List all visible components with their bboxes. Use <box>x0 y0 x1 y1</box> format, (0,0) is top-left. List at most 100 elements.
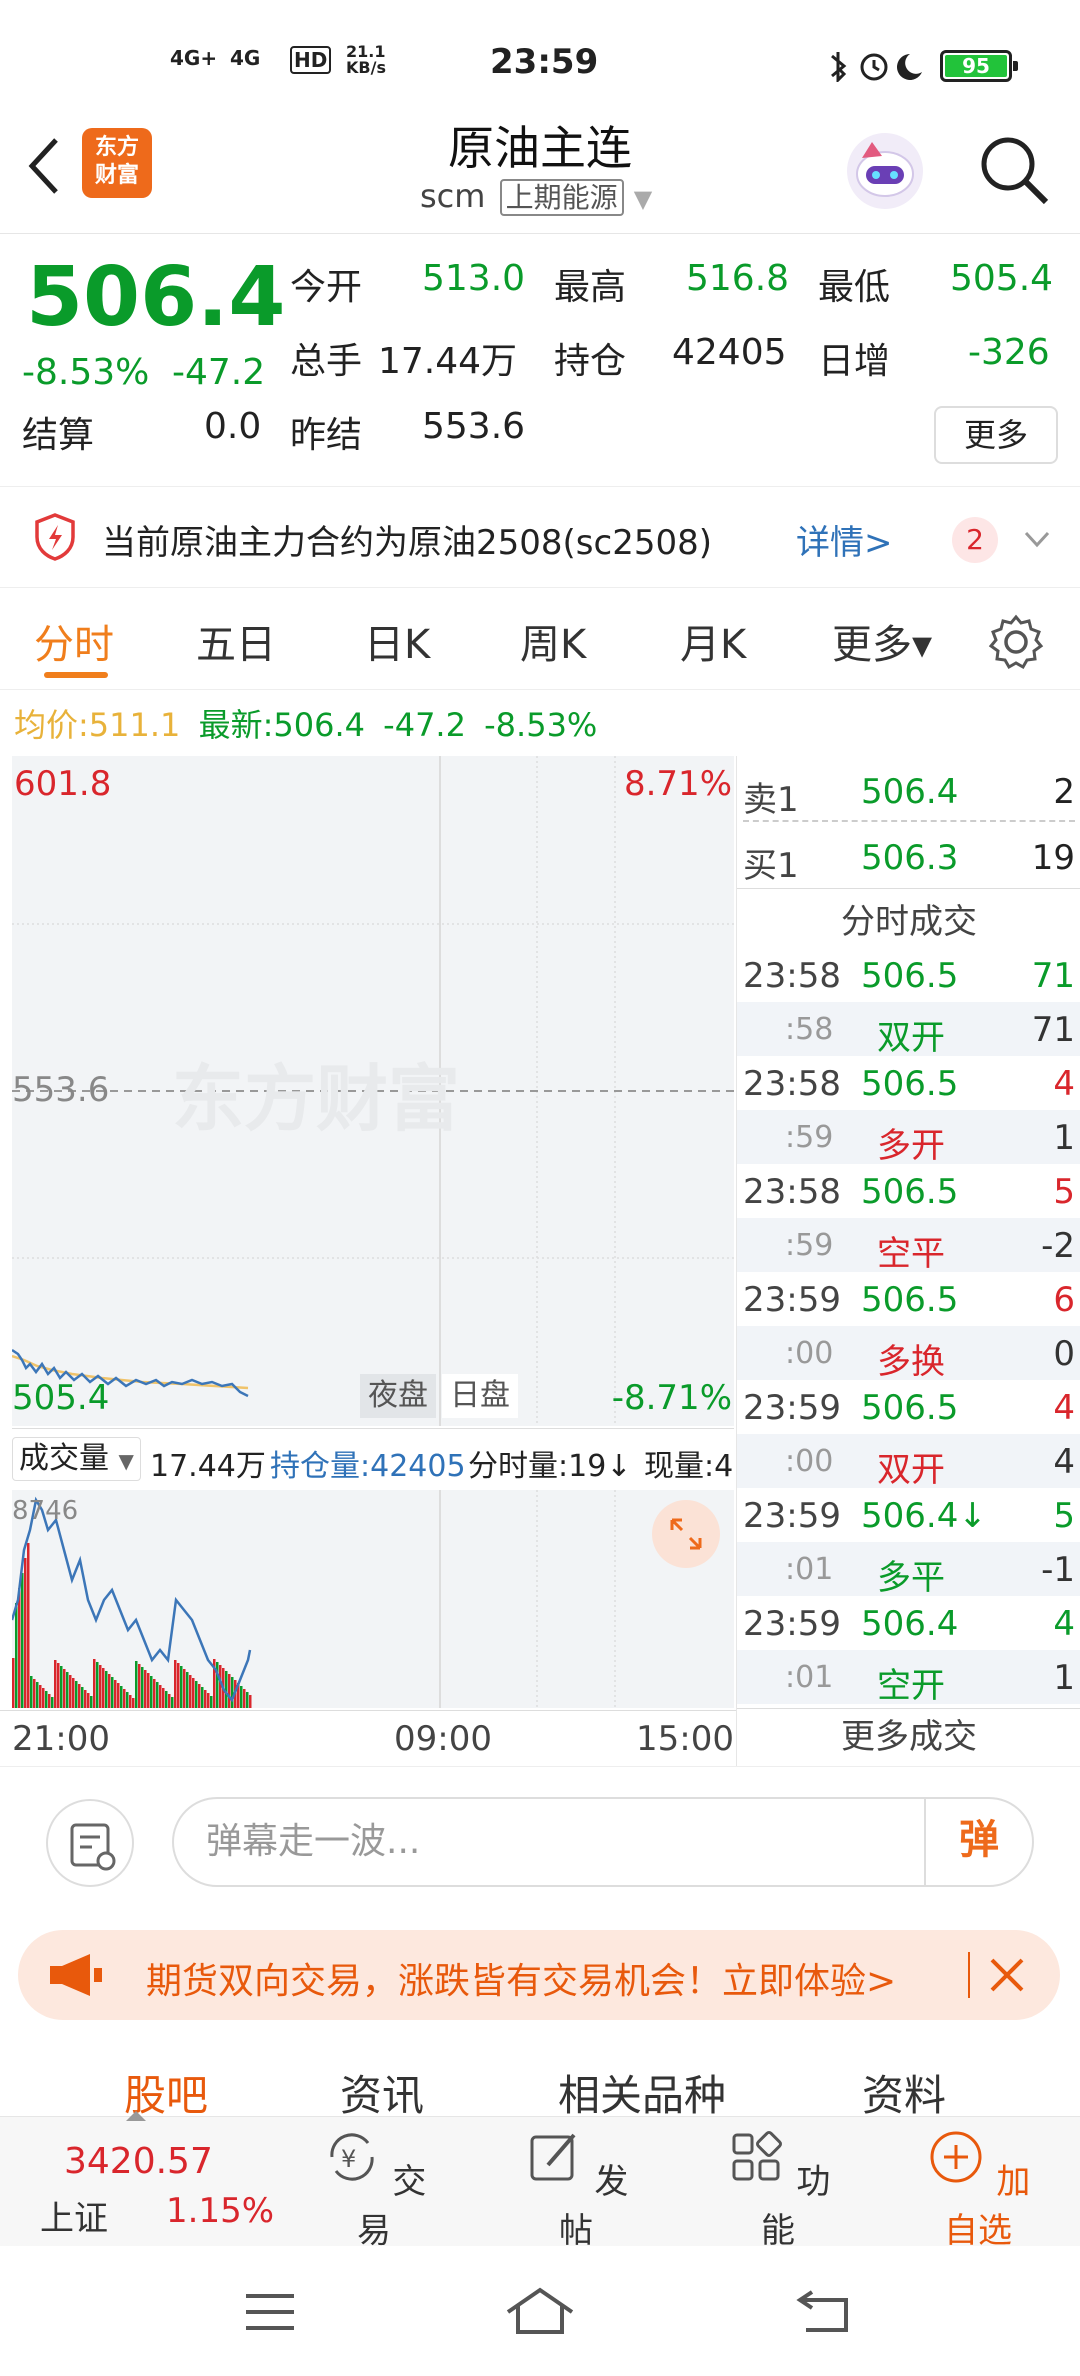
tab-related[interactable]: 相关品种 <box>558 2062 726 2123</box>
volume-bar <box>120 1686 123 1708</box>
contract-subtitle[interactable]: scm 上期能源 ▼ <box>420 176 652 216</box>
trade-qty: 1 <box>1053 1658 1075 1698</box>
volume-selector[interactable]: 成交量 ▼ <box>12 1437 141 1481</box>
index-pct[interactable]: 1.15% <box>166 2191 274 2231</box>
ask-1-price: 506.4 <box>861 772 959 812</box>
network-4g-plus: 4G+ <box>170 46 218 70</box>
trade-price: 506.5 <box>861 1280 959 1320</box>
nav-functions[interactable]: 功能 <box>718 2127 838 2252</box>
tab-intraday[interactable]: 分时 <box>34 612 114 670</box>
search-icon[interactable] <box>976 132 1052 208</box>
volume-total: 17.44万 <box>150 1449 266 1484</box>
danmaku-settings-button[interactable] <box>46 1799 134 1887</box>
nav-trade[interactable]: ¥ 交易 <box>314 2127 434 2252</box>
battery-level: 95 <box>945 55 1007 77</box>
volume-value: 17.44万 <box>378 341 518 382</box>
close-icon[interactable] <box>986 1954 1028 1996</box>
more-quote-button[interactable]: 更多 <box>934 406 1058 464</box>
oi-change-value: -326 <box>968 332 1050 373</box>
price-chart-canvas: 东方财富 <box>12 756 734 1426</box>
axis-bottom-pct: -8.71% <box>611 1378 732 1418</box>
tab-info[interactable]: 资料 <box>862 2062 946 2123</box>
volume-bar <box>198 1684 201 1708</box>
volume-bar <box>48 1694 51 1708</box>
hd-icon: HD <box>290 46 332 74</box>
volume-bar <box>42 1688 45 1708</box>
axis-bottom-price: 505.4 <box>12 1378 110 1418</box>
trade-row: :58 双开 71 <box>737 1002 1080 1058</box>
functions-grid-icon <box>732 2131 782 2181</box>
low-value: 505.4 <box>950 258 1054 299</box>
volume-bar <box>123 1689 126 1708</box>
danmaku-input[interactable]: 弹幕走一波... 弹 <box>172 1797 1034 1887</box>
time-axis: 21:00 09:00 15:00 <box>0 1710 736 1766</box>
nav-add-watchlist[interactable]: 加自选 <box>918 2127 1038 2252</box>
intraday-price-chart[interactable]: 东方财富 601.8 8.71% 553.6 505.4 -8.71% 夜盘 日… <box>12 756 734 1426</box>
tab-five-day[interactable]: 五日 <box>196 612 276 670</box>
bottom-navigation: 3420.57 上证 1.15% ¥ 交易 发帖 功能 加自选 <box>0 2111 1080 2251</box>
notice-detail-link[interactable]: 详情> <box>796 515 893 564</box>
battery-icon: 95 <box>940 50 1018 82</box>
volume-bar <box>27 1543 30 1708</box>
active-tab-indicator <box>44 672 108 678</box>
change-pct: -8.53% <box>22 352 150 393</box>
volume-bar <box>108 1674 111 1708</box>
volume-bar <box>207 1693 210 1708</box>
trade-price: 506.5 <box>861 1064 959 1104</box>
volume-bar <box>186 1672 189 1708</box>
settle-label: 结算 <box>22 415 95 456</box>
edit-post-icon <box>530 2133 576 2181</box>
chevron-down-icon[interactable] <box>1022 525 1052 553</box>
status-bar: 4G+ 4G HD 21.1 KB/s 23:59 95 <box>0 0 1080 112</box>
volume-bar <box>114 1680 117 1708</box>
volume-bar <box>201 1687 204 1708</box>
svg-text:¥: ¥ <box>341 2145 356 2173</box>
index-value[interactable]: 3420.57 <box>64 2141 213 2182</box>
volume-chart[interactable]: 8746 <box>12 1490 734 1708</box>
system-navigation <box>0 2246 1080 2376</box>
expand-chart-button[interactable] <box>652 1500 720 1568</box>
trade-time: 23:59 <box>743 1496 841 1536</box>
tab-daily-k[interactable]: 日K <box>364 612 430 670</box>
nav-post[interactable]: 发帖 <box>516 2127 636 2252</box>
volume-bar <box>12 1658 15 1708</box>
trade-type: 多开 <box>877 1126 945 1166</box>
volume-bar <box>57 1663 60 1708</box>
night-session-label: 夜盘 <box>360 1374 436 1418</box>
open-value: 513.0 <box>422 258 526 299</box>
tab-monthly-k[interactable]: 月K <box>680 612 746 670</box>
danmaku-send-button[interactable]: 弹 <box>924 1797 1032 1887</box>
volume-bar <box>204 1690 207 1708</box>
volume-bar <box>66 1672 69 1708</box>
volume-bar <box>243 1689 246 1708</box>
back-nav-icon[interactable] <box>796 2286 852 2336</box>
volume-bar <box>78 1684 81 1708</box>
trade-qty: -2 <box>1041 1226 1075 1266</box>
exchange-tag: 上期能源 <box>499 179 624 216</box>
trade-time: :00 <box>785 1336 834 1371</box>
volume-bar <box>75 1681 78 1708</box>
promo-banner[interactable]: 期货双向交易，涨跌皆有交易机会！立即体验> <box>18 1930 1060 2020</box>
tab-news[interactable]: 资讯 <box>340 2062 424 2123</box>
avg-value: 511.1 <box>88 706 181 744</box>
home-icon[interactable] <box>504 2286 576 2336</box>
index-name[interactable]: 上证 <box>40 2191 108 2240</box>
last-price: 506.4 <box>26 250 286 345</box>
volume-bar <box>105 1671 108 1708</box>
notice-count-badge: 2 <box>952 517 998 563</box>
robot-assistant-icon[interactable] <box>842 128 928 214</box>
settings-gear-icon[interactable] <box>988 614 1044 670</box>
trade-qty: 71 <box>1031 956 1075 996</box>
header: 东方 财富 原油主连 scm 上期能源 ▼ <box>0 112 1080 234</box>
svg-text:东方财富: 东方财富 <box>172 1060 460 1140</box>
more-trades-button[interactable]: 更多成交 <box>737 1708 1080 1766</box>
tab-weekly-k[interactable]: 周K <box>520 612 586 670</box>
main-contract-notice[interactable]: 当前原油主力合约为原油2508(sc2508) 详情> 2 <box>0 486 1080 588</box>
menu-icon[interactable] <box>244 2290 296 2334</box>
volume-bar <box>156 1682 159 1708</box>
axis-top-pct: 8.71% <box>623 764 732 804</box>
order-book-panel: 卖1 506.4 2 买1 506.3 19 分时成交 23:58 506.5 71… <box>736 756 1080 1766</box>
oi-label: 持仓 <box>554 341 627 382</box>
volume-bar <box>54 1660 57 1708</box>
tab-more[interactable]: 更多▾ <box>832 612 932 670</box>
